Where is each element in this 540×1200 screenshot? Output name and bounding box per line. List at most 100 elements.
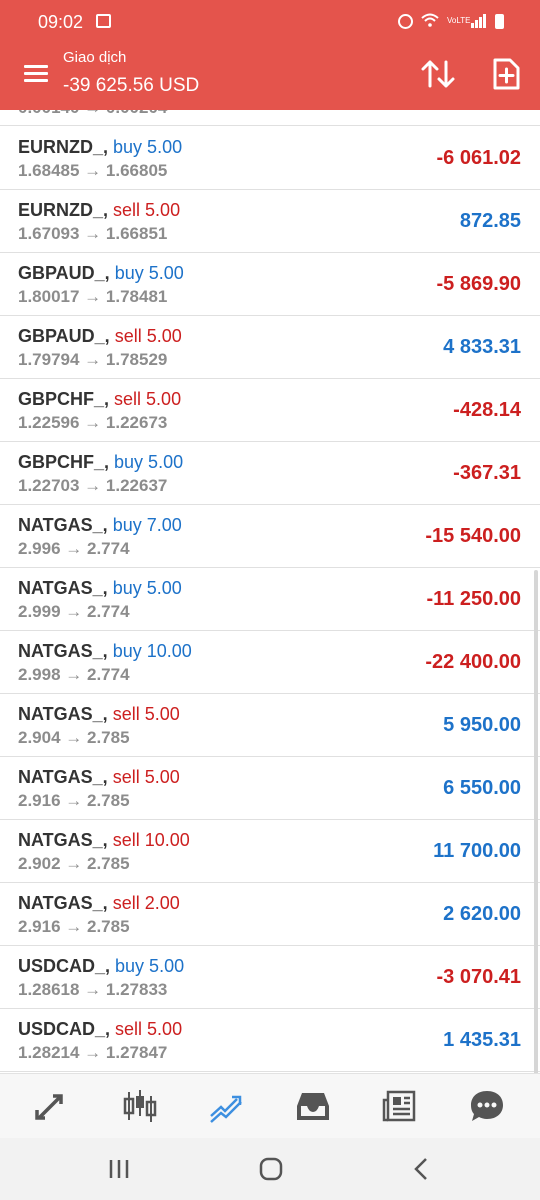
position-symbol-line: NATGAS_, sell 5.00 <box>18 704 180 725</box>
position-symbol-line: NATGAS_, buy 7.00 <box>18 515 182 536</box>
position-symbol-line: NATGAS_, buy 5.00 <box>18 578 182 599</box>
position-symbol-line: EURNZD_, sell 5.00 <box>18 200 180 221</box>
position-profit: -3 070.41 <box>436 966 521 988</box>
position-row[interactable]: NATGAS_, buy 10.00 2.998 → 2.774 -22 400.0… <box>0 631 540 694</box>
back-icon[interactable] <box>408 1156 436 1182</box>
chart-icon[interactable] <box>120 1088 160 1124</box>
bottom-tab-bar <box>0 1073 540 1138</box>
position-symbol: EURNZD_, <box>18 137 109 157</box>
menu-icon[interactable] <box>22 62 50 86</box>
position-symbol: NATGAS_, <box>18 515 108 535</box>
gallery-notification-icon <box>96 14 111 28</box>
recent-apps-icon[interactable] <box>106 1156 134 1182</box>
position-direction: sell 5.00 <box>112 767 180 787</box>
position-symbol-line: GBPCHF_, buy 5.00 <box>18 452 183 473</box>
position-row[interactable]: GBPAUD_, buy 5.00 1.80017 → 1.78481 -5 869… <box>0 253 540 316</box>
position-profit: 872.85 <box>459 210 521 232</box>
position-row[interactable]: USDCAD_, sell 5.00 1.28214 → 1.27847 1 435… <box>0 1009 540 1072</box>
position-symbol: GBPAUD_, <box>18 326 110 346</box>
position-symbol-line: USDCAD_, buy 5.00 <box>18 956 184 977</box>
position-profit: -428.14 <box>453 399 521 421</box>
quotes-icon[interactable] <box>33 1088 73 1124</box>
position-symbol-line: GBPAUD_, buy 5.00 <box>18 263 184 284</box>
position-symbol-line: GBPCHF_, sell 5.00 <box>18 389 181 410</box>
position-symbol: GBPCHF_, <box>18 389 110 409</box>
status-bar: 09:02 VoLTE <box>0 0 540 44</box>
position-direction: buy 10.00 <box>112 641 192 661</box>
position-symbol-line: EURNZD_, buy 5.00 <box>18 137 182 158</box>
position-prices: 2.916 → 2.785 <box>18 791 130 810</box>
position-row[interactable]: GBPAUD_, sell 5.00 1.79794 → 1.78529 4 833… <box>0 316 540 379</box>
position-prices: 1.80017 → 1.78481 <box>18 287 168 306</box>
position-prices: 1.28214 → 1.27847 <box>18 1043 168 1062</box>
scrollbar[interactable] <box>534 570 538 1073</box>
position-row[interactable]: GBPCHF_, buy 5.00 1.22703 → 1.22637 -367.3… <box>0 442 540 505</box>
position-profit: -15 540.00 <box>425 525 521 547</box>
position-profit: 2 620.00 <box>443 903 521 925</box>
chat-icon[interactable] <box>467 1088 507 1124</box>
position-prices: 1.68485 → 1.66805 <box>18 161 168 180</box>
position-prices: 2.902 → 2.785 <box>18 854 130 873</box>
position-profit: -11 250.00 <box>426 588 521 610</box>
trade-icon[interactable] <box>207 1088 247 1124</box>
position-prices: 2.999 → 2.774 <box>18 602 130 621</box>
battery-icon <box>495 13 504 29</box>
position-profit: -6 061.02 <box>436 147 521 169</box>
position-row[interactable]: EURNZD_, sell 5.00 1.67093 → 1.66851 872.8… <box>0 190 540 253</box>
position-profit: -5 869.90 <box>436 273 521 295</box>
position-prices: 2.996 → 2.774 <box>18 539 130 558</box>
position-direction: buy 5.00 <box>114 263 184 283</box>
position-direction: buy 5.00 <box>112 578 182 598</box>
position-direction: sell 2.00 <box>112 893 180 913</box>
position-direction: sell 10.00 <box>112 830 190 850</box>
system-nav-bar <box>0 1138 540 1200</box>
position-symbol: NATGAS_, <box>18 830 108 850</box>
position-direction: sell 5.00 <box>112 704 180 724</box>
history-icon[interactable] <box>293 1088 333 1124</box>
position-row[interactable]: NATGAS_, sell 5.00 2.916 → 2.785 6 550.00 <box>0 757 540 820</box>
position-row[interactable]: NATGAS_, buy 5.00 2.999 → 2.774 -11 250.00 <box>0 568 540 631</box>
position-row[interactable]: USDCAD_, buy 5.00 1.28618 → 1.27833 -3 070… <box>0 946 540 1009</box>
wifi-icon <box>421 13 439 29</box>
position-symbol-line: NATGAS_, sell 10.00 <box>18 830 190 851</box>
position-direction: sell 5.00 <box>114 326 182 346</box>
position-profit: 6 550.00 <box>443 777 521 799</box>
list-item-partial[interactable]: 0.00140 → 0.00204 <box>0 110 540 126</box>
position-row[interactable]: NATGAS_, sell 5.00 2.904 → 2.785 5 950.00 <box>0 694 540 757</box>
position-profit: -367.31 <box>453 462 521 484</box>
position-row[interactable]: GBPCHF_, sell 5.00 1.22596 → 1.22673 -428.… <box>0 379 540 442</box>
position-symbol: EURNZD_, <box>18 200 109 220</box>
position-prices: 2.904 → 2.785 <box>18 728 130 747</box>
position-symbol: NATGAS_, <box>18 641 108 661</box>
position-direction: sell 5.00 <box>115 1019 183 1039</box>
sort-icon[interactable] <box>418 56 458 92</box>
position-profit: 11 700.00 <box>433 840 521 862</box>
position-row[interactable]: EURNZD_, buy 5.00 1.68485 → 1.66805 -6 061… <box>0 127 540 190</box>
home-icon[interactable] <box>257 1156 285 1182</box>
position-symbol: GBPAUD_, <box>18 263 110 283</box>
position-symbol: GBPCHF_, <box>18 452 110 472</box>
news-icon[interactable] <box>380 1088 420 1124</box>
position-direction: buy 5.00 <box>113 137 183 157</box>
position-prices: 2.998 → 2.774 <box>18 665 130 684</box>
position-prices: 2.916 → 2.785 <box>18 917 130 936</box>
position-direction: sell 5.00 <box>114 389 182 409</box>
position-profit: 1 435.31 <box>443 1029 521 1051</box>
alarm-icon <box>398 13 413 29</box>
add-document-icon[interactable] <box>488 56 524 92</box>
volte-icon: VoLTE <box>447 16 471 25</box>
position-symbol: NATGAS_, <box>18 704 108 724</box>
position-direction: buy 7.00 <box>112 515 182 535</box>
position-symbol: NATGAS_, <box>18 767 108 787</box>
position-row[interactable]: NATGAS_, sell 2.00 2.916 → 2.785 2 620.00 <box>0 883 540 946</box>
position-row[interactable]: NATGAS_, sell 10.00 2.902 → 2.785 11 700.0… <box>0 820 540 883</box>
position-profit: 4 833.31 <box>443 336 521 358</box>
status-icons: VoLTE <box>398 13 504 29</box>
position-prices: 1.67093 → 1.66851 <box>18 224 168 243</box>
positions-list[interactable]: 0.00140 → 0.00204 EURNZD_, buy 5.00 1.684… <box>0 110 540 1073</box>
position-symbol-line: NATGAS_, sell 5.00 <box>18 767 180 788</box>
position-row[interactable]: NATGAS_, buy 7.00 2.996 → 2.774 -15 540.00 <box>0 505 540 568</box>
page-title: Giao dịch <box>63 49 127 66</box>
position-symbol-line: NATGAS_, sell 2.00 <box>18 893 180 914</box>
position-prices: 1.28618 → 1.27833 <box>18 980 168 999</box>
